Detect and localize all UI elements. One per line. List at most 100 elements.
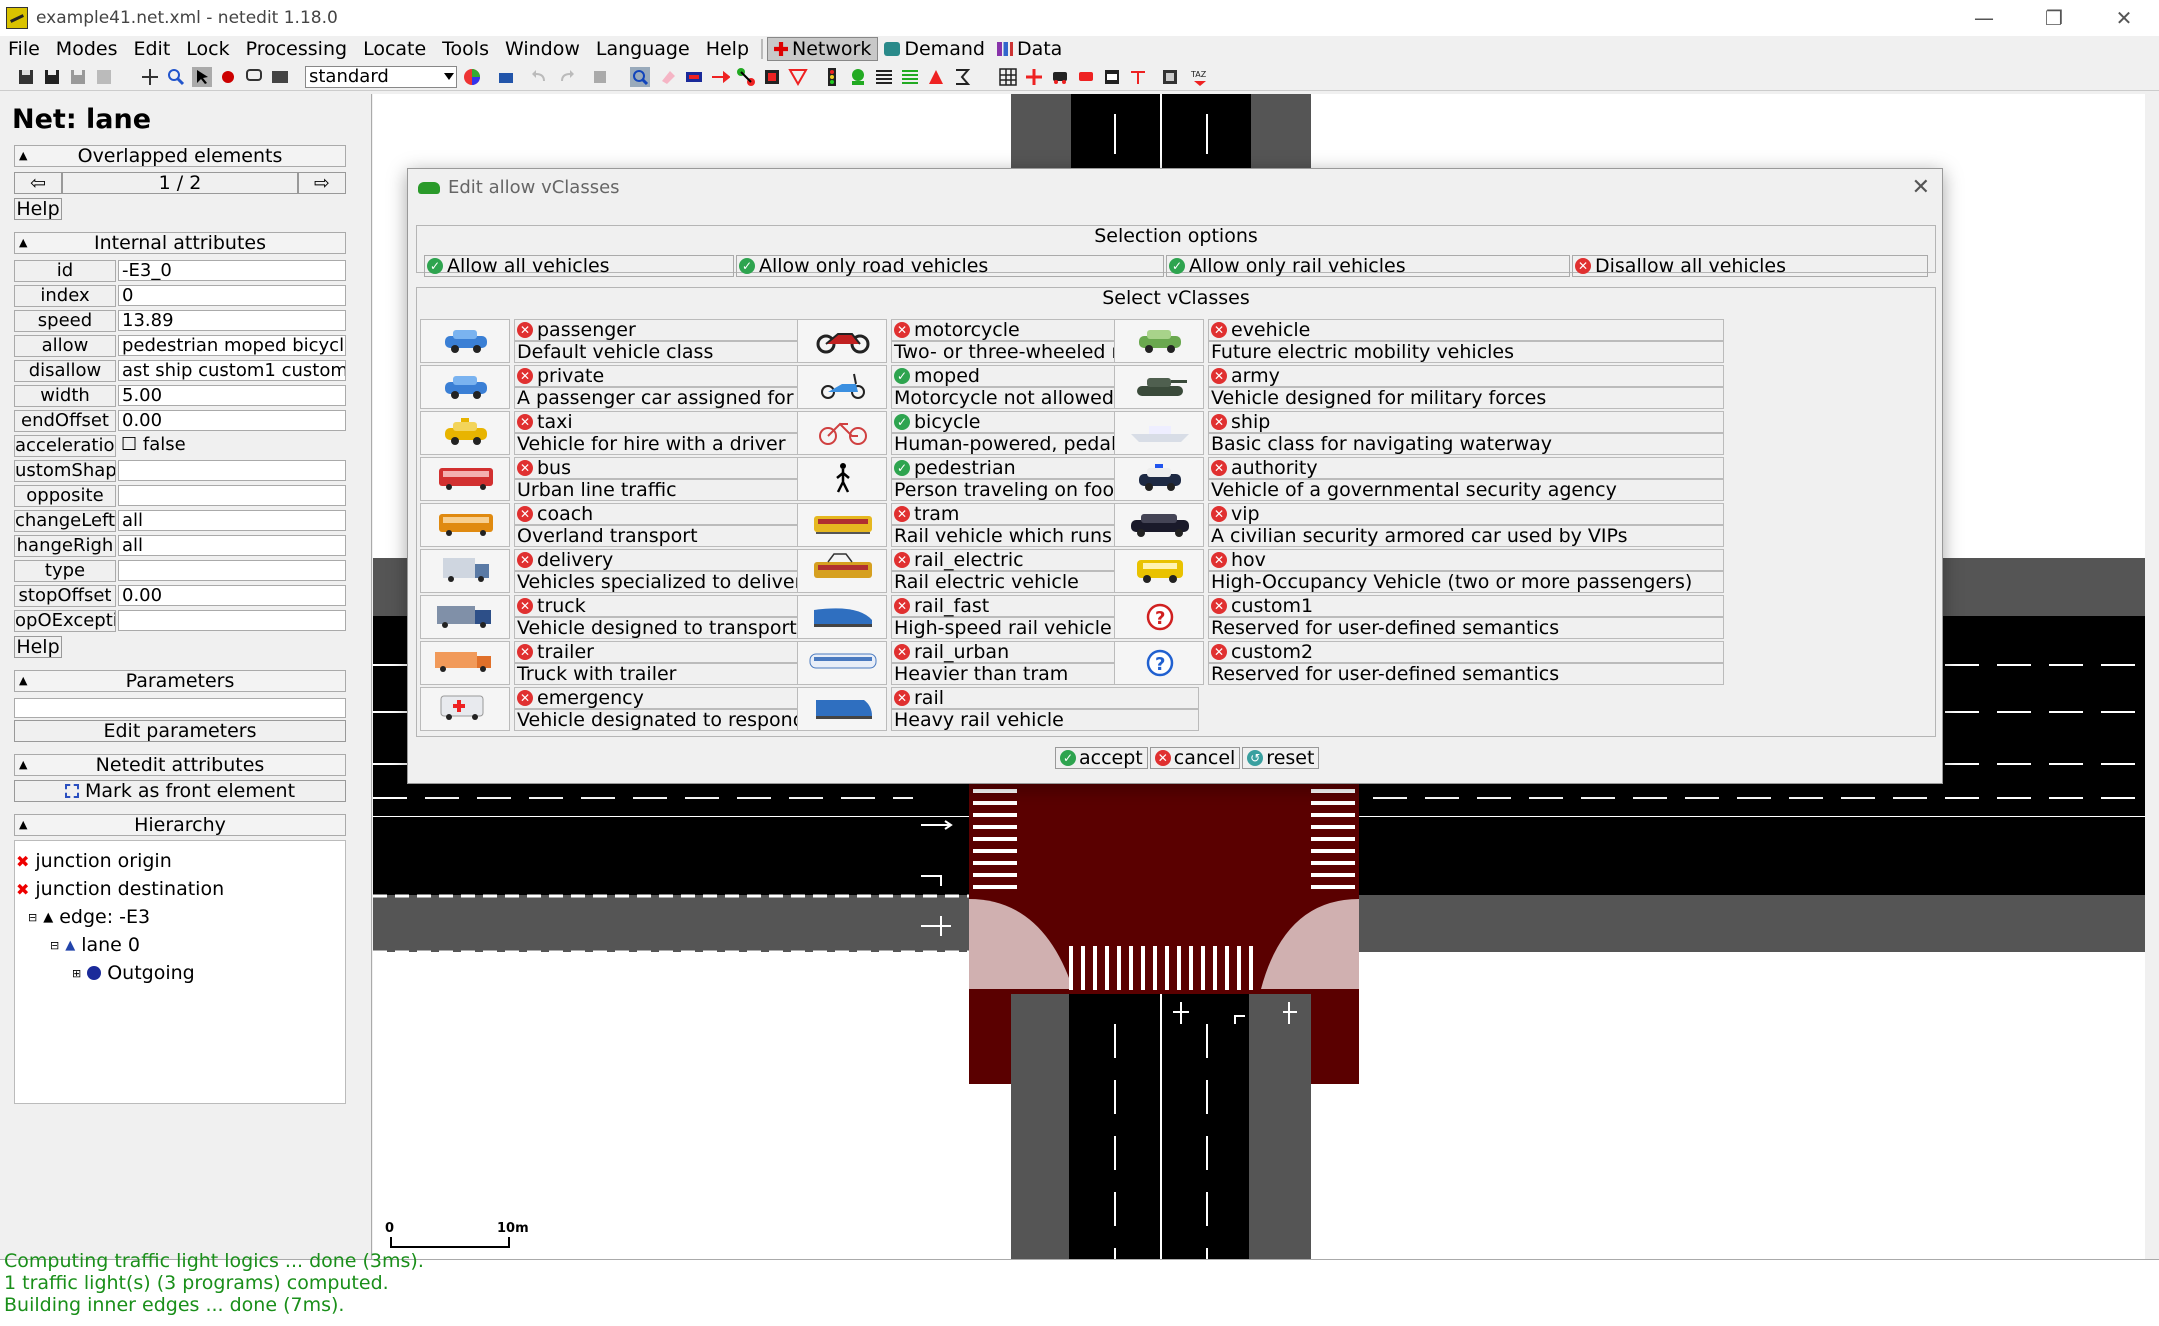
save-icon[interactable]	[42, 67, 62, 87]
overlapped-help-button[interactable]: Help	[14, 198, 62, 220]
show-connections-icon[interactable]	[1102, 67, 1122, 87]
menu-file[interactable]: File	[0, 38, 48, 60]
network-mode-button[interactable]: Network	[767, 37, 879, 61]
collapse-icon[interactable]: ▲	[19, 815, 27, 835]
internal-help-button[interactable]: Help	[14, 636, 62, 658]
previous-element-button[interactable]: ⇦	[14, 172, 62, 194]
allow-road-vehicles-button[interactable]: ✓ Allow only road vehicles	[736, 255, 1164, 277]
wire-icon[interactable]	[952, 67, 972, 87]
restore-button[interactable]: ❐	[2019, 0, 2089, 36]
mode-select[interactable]: standard	[305, 66, 457, 88]
mark-front-element-button[interactable]: Mark as front element	[14, 780, 346, 802]
cancel-button[interactable]: ✕ cancel	[1149, 747, 1241, 769]
screenshot-icon[interactable]	[270, 67, 290, 87]
vclass-toggle-button[interactable]: ✕ ship	[1208, 411, 1724, 433]
tree-item-junction-destination[interactable]: ✖ junction destination	[16, 878, 224, 900]
tree-expander-icon[interactable]: ⊟	[28, 911, 37, 924]
attr-value-field[interactable]: 0.00	[118, 585, 346, 606]
comment-icon[interactable]	[244, 67, 264, 87]
collapse-icon[interactable]: ▲	[19, 233, 27, 253]
vclass-toggle-button[interactable]: ✕ army	[1208, 365, 1724, 387]
menu-tools[interactable]: Tools	[434, 38, 497, 60]
redo-icon[interactable]	[556, 67, 576, 87]
attr-value-field[interactable]	[118, 560, 346, 581]
attr-button-disallow[interactable]: disallow	[14, 360, 116, 382]
next-element-button[interactable]: ⇨	[298, 172, 346, 194]
additional-icon[interactable]	[848, 67, 868, 87]
attr-value-field[interactable]: 0.00	[118, 410, 346, 431]
data-mode-button[interactable]: Data	[991, 38, 1068, 60]
vclass-toggle-button[interactable]: ✕ custom2	[1208, 641, 1724, 663]
vclass-toggle-button[interactable]: ✕ evehicle	[1208, 319, 1724, 341]
tree-item-edge[interactable]: ⊟ ▲ edge: -E3	[28, 906, 150, 928]
canvas-scrollbar[interactable]	[2145, 94, 2159, 1259]
attr-value-field[interactable]	[118, 485, 346, 506]
select-area-icon[interactable]	[684, 67, 704, 87]
tree-item-lane[interactable]: ⊟ ▲ lane 0	[50, 934, 140, 956]
menu-modes[interactable]: Modes	[48, 38, 126, 60]
minimize-button[interactable]: —	[1949, 0, 2019, 36]
internal-attributes-header[interactable]: ▲ Internal attributes	[14, 232, 346, 254]
accept-button[interactable]: ✓ accept	[1055, 747, 1148, 769]
tree-item-junction-origin[interactable]: ✖ junction origin	[16, 850, 172, 872]
reload-icon[interactable]	[94, 67, 114, 87]
front-element-icon[interactable]	[590, 67, 610, 87]
delete-mode-icon[interactable]	[658, 67, 678, 87]
attr-button-stopexception[interactable]: opOExcepti	[14, 610, 116, 632]
vclass-toggle-button[interactable]: ✕ vip	[1208, 503, 1724, 525]
tree-item-outgoing[interactable]: ⊞ Outgoing	[72, 962, 195, 984]
bubbles-icon[interactable]	[1160, 67, 1180, 87]
crossing-icon[interactable]	[874, 67, 894, 87]
inspector-scrollbar[interactable]	[352, 234, 366, 1326]
spread-vehicles-icon[interactable]	[1050, 67, 1070, 87]
traffic-light-icon[interactable]	[822, 67, 842, 87]
allow-rail-vehicles-button[interactable]: ✓ Allow only rail vehicles	[1166, 255, 1570, 277]
tree-expander-icon[interactable]: ⊟	[50, 939, 59, 952]
connection-mode-icon[interactable]	[762, 67, 782, 87]
menu-locate[interactable]: Locate	[355, 38, 434, 60]
vclass-toggle-button[interactable]: ✕ hov	[1208, 549, 1724, 571]
close-icon[interactable]: ✕	[1912, 175, 1930, 200]
attr-value-field[interactable]	[118, 610, 346, 631]
color-wheel-icon[interactable]	[462, 67, 482, 87]
inspect-icon[interactable]	[218, 67, 238, 87]
camera-icon[interactable]	[496, 67, 516, 87]
attr-value-field[interactable]: pedestrian moped bicycle	[118, 335, 346, 356]
demand-mode-button[interactable]: Demand	[878, 38, 991, 60]
save-as-icon[interactable]	[68, 67, 88, 87]
collapse-icon[interactable]: ▲	[19, 671, 27, 691]
attr-value-field[interactable]	[118, 460, 346, 481]
undo-icon[interactable]	[530, 67, 550, 87]
attr-value-field[interactable]: -E3_0	[118, 260, 346, 281]
acceleration-checkbox[interactable]: ☐ false	[118, 435, 346, 456]
menu-window[interactable]: Window	[497, 38, 588, 60]
hierarchy-header[interactable]: ▲ Hierarchy	[14, 814, 346, 836]
attr-value-field[interactable]: all	[118, 535, 346, 556]
taz-icon[interactable]	[900, 67, 920, 87]
attr-button-changeleft[interactable]: changeLeft	[14, 510, 116, 532]
collapse-icon[interactable]: ▲	[19, 146, 27, 166]
vclass-toggle-button[interactable]: ✕ rail	[891, 687, 1199, 709]
move-mode-icon[interactable]	[710, 67, 730, 87]
change-all-phases-icon[interactable]	[1128, 67, 1148, 87]
close-window-button[interactable]: ✕	[2089, 0, 2159, 36]
create-edge-icon[interactable]	[736, 67, 756, 87]
tree-expander-icon[interactable]: ⊞	[72, 967, 81, 980]
attr-button-changeright[interactable]: hangeRigh	[14, 535, 116, 557]
attr-value-field[interactable]: 0	[118, 285, 346, 306]
attr-value-field[interactable]: 5.00	[118, 385, 346, 406]
prohibition-icon[interactable]	[788, 67, 808, 87]
select-mode-icon[interactable]	[192, 67, 212, 87]
netedit-attributes-header[interactable]: ▲ Netedit attributes	[14, 754, 346, 776]
menu-processing[interactable]: Processing	[238, 38, 355, 60]
new-network-icon[interactable]	[16, 67, 36, 87]
menu-help[interactable]: Help	[698, 38, 757, 60]
overlapped-elements-header[interactable]: ▲ Overlapped elements	[14, 145, 346, 167]
zoom-icon[interactable]	[166, 67, 186, 87]
vclass-toggle-button[interactable]: ✕ custom1	[1208, 595, 1724, 617]
parameters-header[interactable]: ▲ Parameters	[14, 670, 346, 692]
edit-parameters-button[interactable]: Edit parameters	[14, 720, 346, 742]
menu-language[interactable]: Language	[588, 38, 698, 60]
disallow-all-vehicles-button[interactable]: ✕ Disallow all vehicles	[1572, 255, 1928, 277]
reset-button[interactable]: ↺ reset	[1242, 747, 1320, 769]
